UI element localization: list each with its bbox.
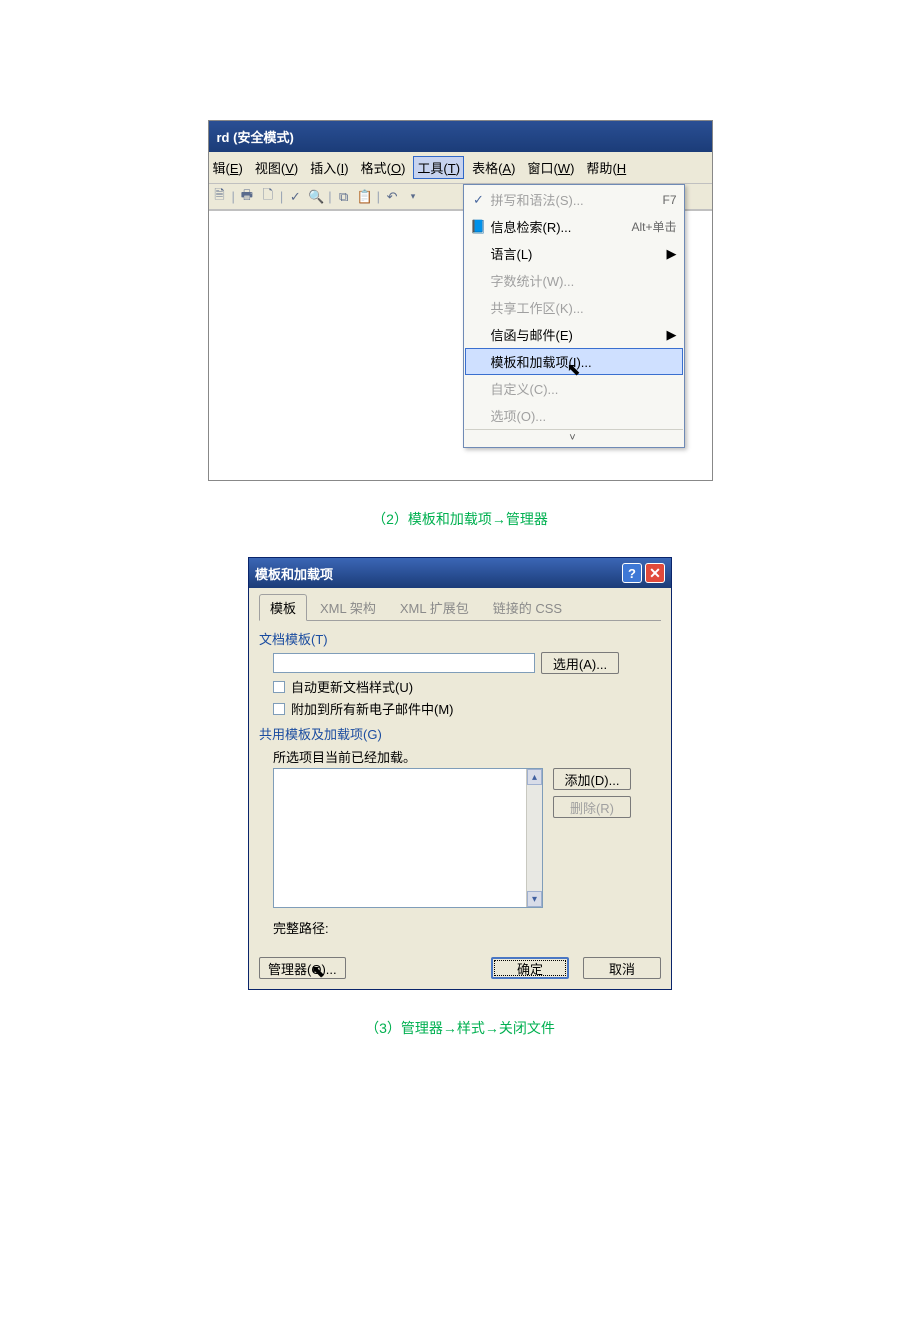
paste-icon[interactable]: 📋 [356,188,374,206]
menu-table[interactable]: 表格(A) [468,156,519,179]
check-icon: ✓ [473,192,484,208]
caption-step2: （2）模板和加载项→管理器 [0,509,920,529]
loaded-note: 所选项目当前已经加载。 [273,747,661,766]
menu-help[interactable]: 帮助(H [582,156,630,179]
menubar: 辑(E) 视图(V) 插入(I) 格式(O) 工具(T) 表格(A) 窗口(W)… [209,152,712,184]
book-search-icon: 📘 [470,219,486,235]
research-icon[interactable]: 🔍 [307,188,325,206]
undo-icon[interactable]: ↶ [383,188,401,206]
new-doc-icon[interactable]: 🗎 [211,188,229,206]
menu-item-shared-workspace[interactable]: 共享工作区(K)... [465,294,683,321]
shared-templates-heading: 共用模板及加载项(G) [259,724,661,743]
copy-icon[interactable]: ⧉ [335,188,353,206]
chevron-right-icon: ▶ [667,246,677,262]
tab-template[interactable]: 模板 [259,594,307,621]
help-button[interactable]: ? [622,563,642,583]
add-button[interactable]: 添加(D)... [553,768,631,790]
dialog-tabs: 模板 XML 架构 XML 扩展包 链接的 CSS [259,594,661,621]
caption-step3: （3）管理器→样式→关闭文件 [0,1018,920,1038]
chevron-down-icon: ˅ [569,432,577,444]
scroll-up-icon[interactable]: ▴ [527,769,542,785]
undo-dropdown-icon[interactable]: ▾ [404,188,422,206]
tools-dropdown: ✓ 拼写和语法(S)... F7 📘 信息检索(R)... Alt+单击 语言(… [463,184,685,448]
chk-attach-new-email[interactable]: 附加到所有新电子邮件中(M) [273,699,661,718]
doc-template-heading: 文档模板(T) [259,629,661,648]
menu-item-spelling[interactable]: ✓ 拼写和语法(S)... F7 [465,186,683,213]
menu-item-options[interactable]: 选项(O)... [465,402,683,429]
menu-item-letters-mail[interactable]: 信函与邮件(E) ▶ [465,321,683,348]
word-title-bar: rd (安全模式) [209,121,712,152]
menu-view[interactable]: 视图(V) [251,156,302,179]
tab-xml-expansion[interactable]: XML 扩展包 [389,594,480,621]
spellcheck-icon[interactable]: ✓ [286,188,304,206]
tab-xml-schema[interactable]: XML 架构 [309,594,387,621]
dialog-titlebar: 模板和加载项 ? ✕ [249,558,671,588]
menu-expand-chevron[interactable]: ˅ [465,429,683,446]
listbox-scrollbar[interactable]: ▴ ▾ [526,769,542,907]
menu-item-research[interactable]: 📘 信息检索(R)... Alt+单击 [465,213,683,240]
menu-window[interactable]: 窗口(W) [523,156,578,179]
menu-format[interactable]: 格式(O) [357,156,410,179]
cancel-button[interactable]: 取消 [583,957,661,979]
remove-button[interactable]: 删除(R) [553,796,631,818]
close-button[interactable]: ✕ [645,563,665,583]
ok-button[interactable]: 确定 [491,957,569,979]
full-path-label: 完整路径: [273,918,661,937]
menu-insert[interactable]: 插入(I) [306,156,352,179]
checkbox-icon [273,681,285,693]
print-preview-icon[interactable]: 🗋 [259,188,277,206]
menu-edit[interactable]: 辑(E) [209,156,247,179]
chk-auto-update-styles[interactable]: 自动更新文档样式(U) [273,677,661,696]
word-title-text: rd (安全模式) [217,130,294,145]
menu-tools[interactable]: 工具(T) [413,156,464,179]
screenshot-templates-dialog: 模板和加载项 ? ✕ 模板 XML 架构 XML 扩展包 链接的 CSS 文档模… [248,557,672,990]
dialog-title-text: 模板和加载项 [255,564,619,583]
print-icon[interactable]: 🖶 [238,188,256,206]
organizer-button[interactable]: 管理器(O)... [259,957,346,979]
screenshot-word-menu: rd (安全模式) 辑(E) 视图(V) 插入(I) 格式(O) 工具(T) 表… [208,120,713,481]
chevron-right-icon: ▶ [667,327,677,343]
doc-template-path-input[interactable] [273,653,535,673]
menu-item-customize[interactable]: 自定义(C)... [465,375,683,402]
checkbox-icon [273,703,285,715]
select-template-button[interactable]: 选用(A)... [541,652,619,674]
tab-linked-css[interactable]: 链接的 CSS [482,594,573,621]
menu-item-wordcount[interactable]: 字数统计(W)... [465,267,683,294]
menu-item-templates-addins[interactable]: 模板和加载项(I)... [465,348,683,375]
scroll-down-icon[interactable]: ▾ [527,891,542,907]
menu-item-language[interactable]: 语言(L) ▶ [465,240,683,267]
addins-listbox[interactable]: ▴ ▾ [273,768,543,908]
